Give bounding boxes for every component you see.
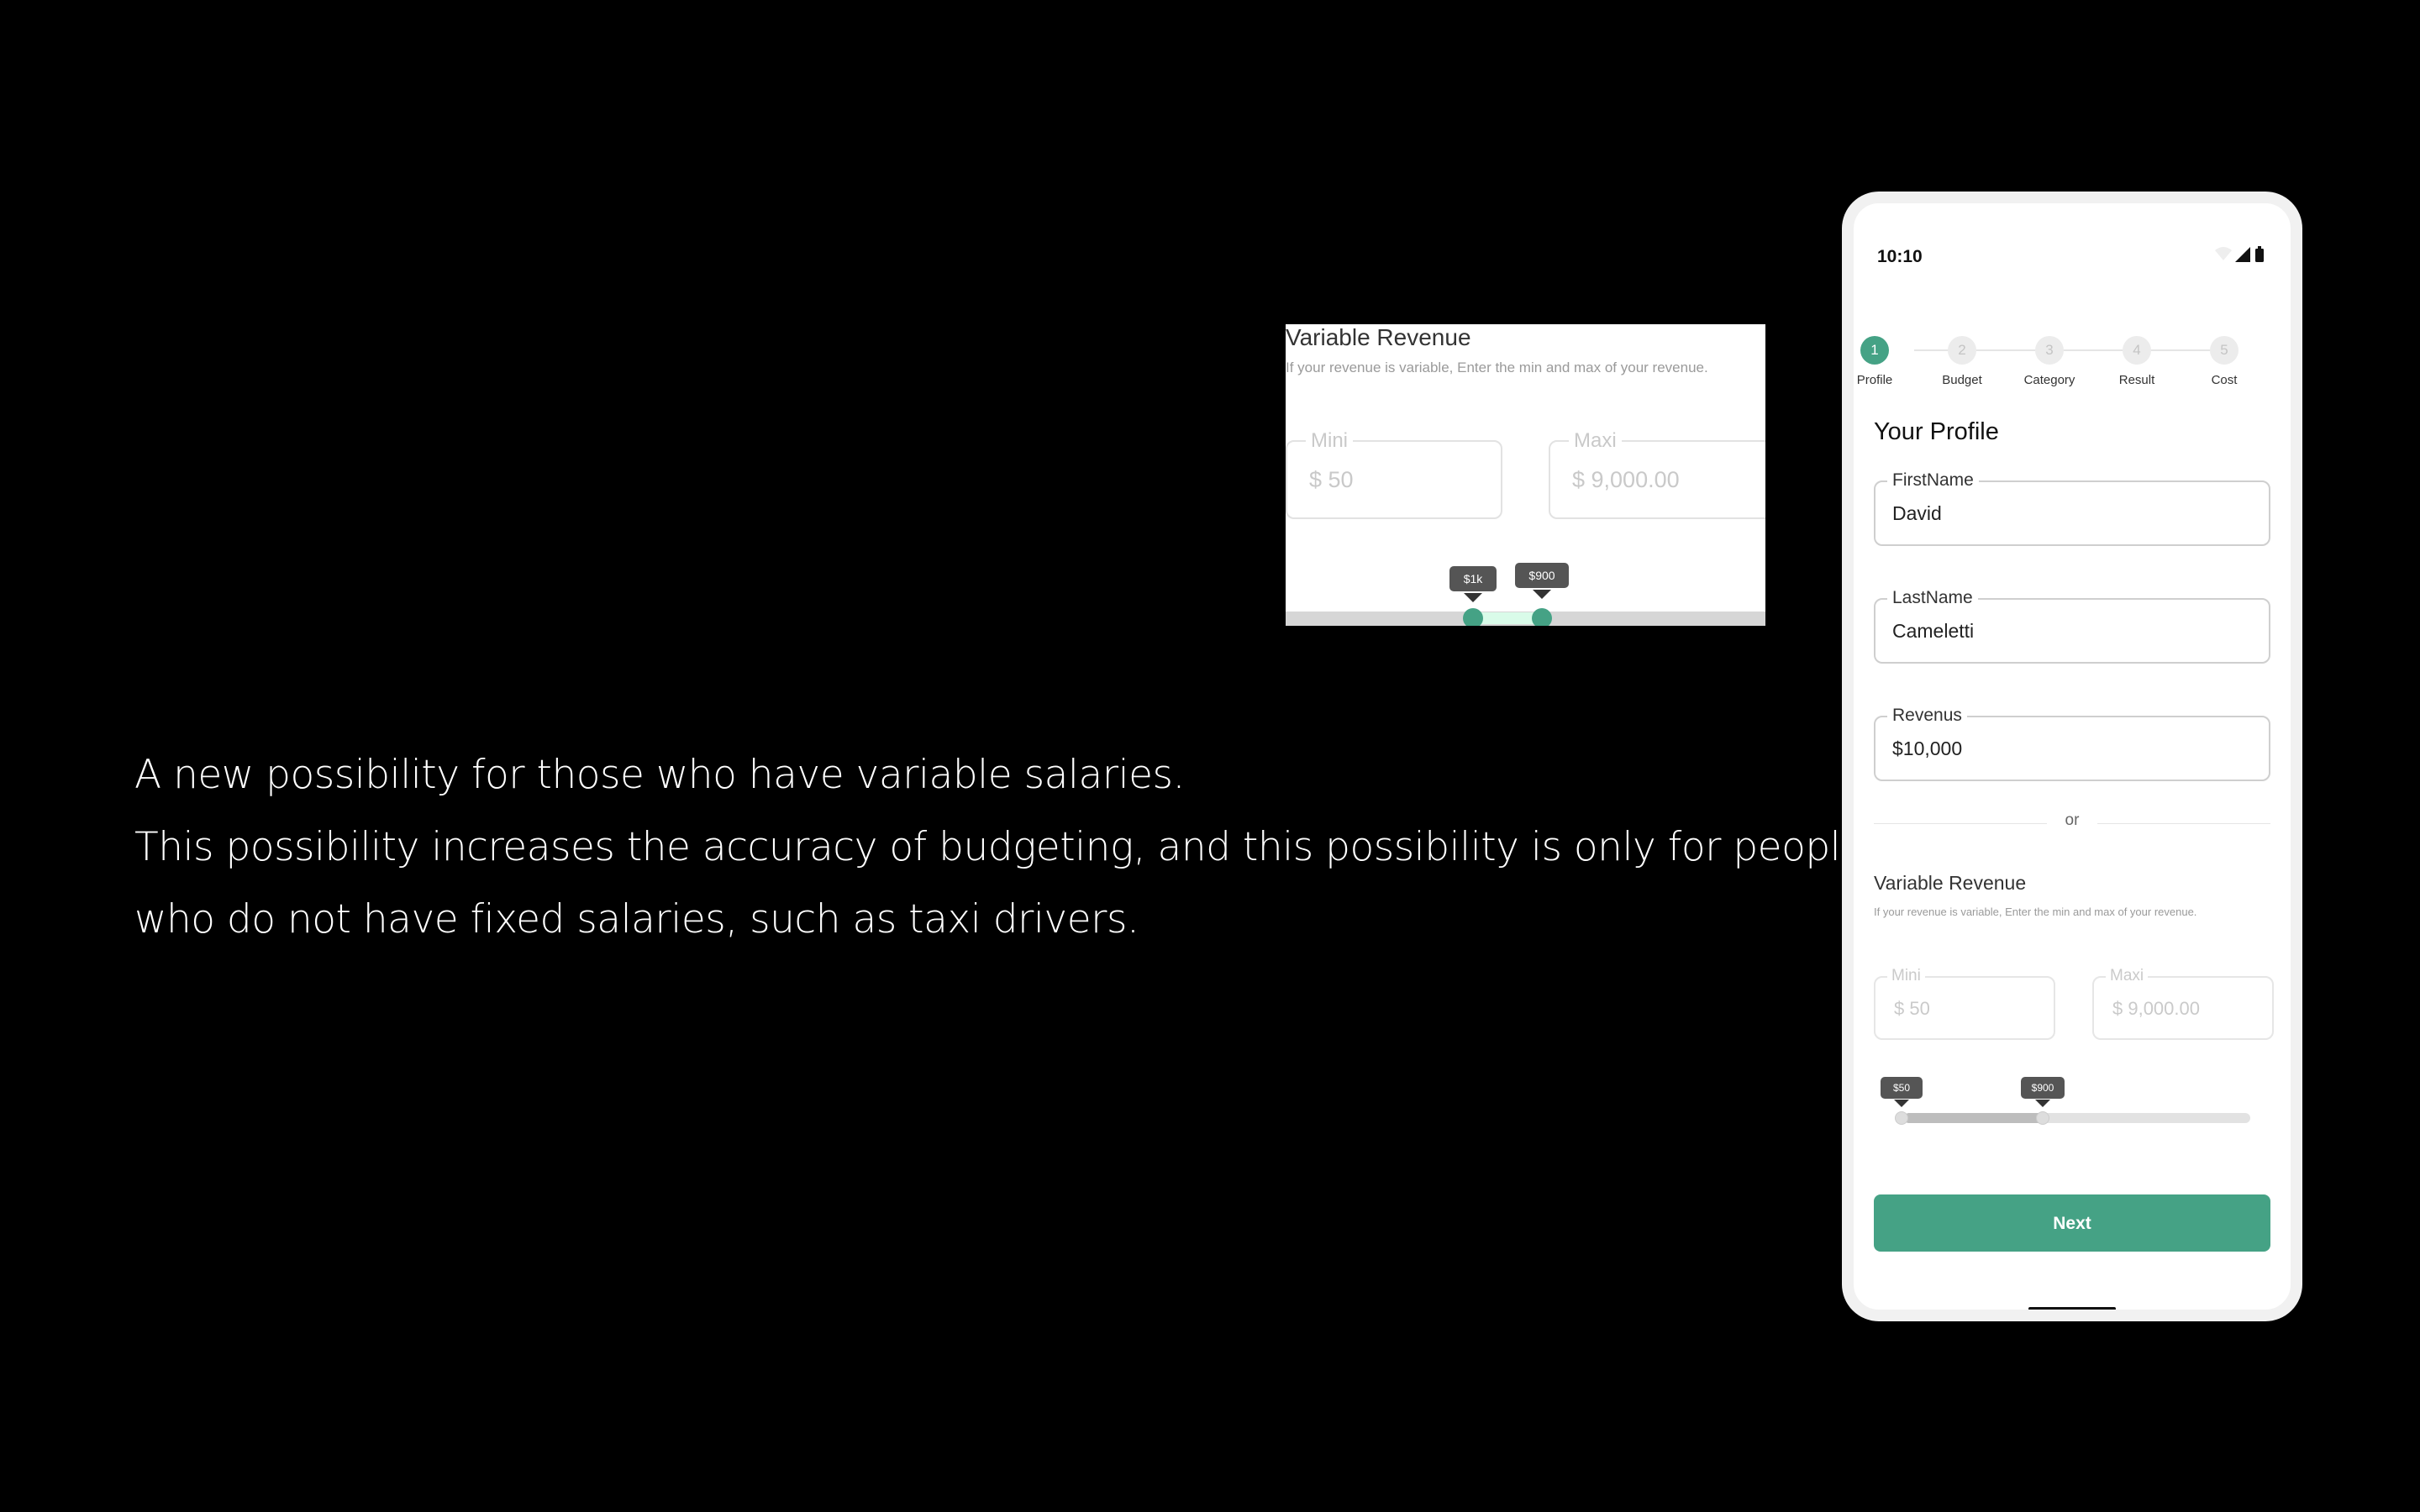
min-revenue-field[interactable]: Mini $ 50 [1874, 967, 2055, 1040]
revenue-slider-range [1904, 1113, 2045, 1123]
zoom-min-field[interactable]: Mini $ 50 [1286, 429, 1502, 519]
revenue-value: $10,000 [1892, 738, 1963, 759]
step-number: 3 [2035, 336, 2064, 365]
first-name-label: FirstName [1887, 470, 1979, 491]
zoom-min-tooltip-text: $1k [1463, 572, 1483, 585]
revenue-slider-max-thumb[interactable] [2036, 1111, 2049, 1125]
step-result[interactable]: 4 Result [2091, 336, 2183, 387]
step-number: 4 [2123, 336, 2151, 365]
tooltip-arrow-icon [2035, 1100, 2050, 1107]
zoom-max-label: Maxi [1569, 429, 1622, 453]
zoom-max-field[interactable]: Maxi $ 9,000.00 [1549, 429, 1765, 519]
max-tooltip: $900 [2021, 1077, 2065, 1107]
tooltip-arrow-icon [1533, 590, 1551, 599]
zoom-max-value: $ 9,000.00 [1572, 467, 1680, 492]
min-tooltip: $50 [1881, 1077, 1923, 1107]
wifi-icon [2215, 247, 2232, 260]
revenue-field[interactable]: Revenus $10,000 [1874, 706, 2270, 781]
last-name-field[interactable]: LastName Cameletti [1874, 588, 2270, 664]
page-title: Your Profile [1874, 418, 1999, 445]
last-name-label: LastName [1887, 588, 1978, 608]
divider-or-text: or [2065, 811, 2080, 829]
zoom-max-tooltip-text: $900 [1528, 569, 1555, 582]
zoom-description: If your revenue is variable, Enter the m… [1286, 360, 1708, 375]
zoom-slider-min-thumb[interactable] [1463, 608, 1483, 626]
caption-text: A new possibility for those who have var… [134, 739, 1865, 956]
step-category[interactable]: 3 Category [2003, 336, 2096, 387]
last-name-value: Cameletti [1892, 620, 1975, 642]
variable-revenue-description: If your revenue is variable, Enter the m… [1874, 906, 2197, 918]
divider-left [1874, 823, 2047, 824]
max-revenue-field[interactable]: Maxi $ 9,000.00 [2092, 967, 2274, 1040]
max-label: Maxi [2106, 967, 2149, 985]
first-name-field[interactable]: FirstName David [1874, 470, 2270, 546]
divider-right [2097, 823, 2270, 824]
step-number: 1 [1860, 336, 1889, 365]
step-cost[interactable]: 5 Cost [2178, 336, 2270, 387]
status-time: 10:10 [1877, 247, 1923, 266]
min-label: Mini [1887, 967, 1925, 985]
max-tooltip-text: $900 [2031, 1082, 2054, 1094]
step-budget[interactable]: 2 Budget [1916, 336, 2008, 387]
tooltip-arrow-icon [1894, 1100, 1909, 1107]
home-indicator[interactable] [2028, 1307, 2116, 1310]
step-label: Cost [2211, 373, 2238, 387]
zoom-min-value: $ 50 [1309, 467, 1354, 492]
status-icons [2213, 245, 2265, 268]
min-value: $ 50 [1894, 998, 1930, 1019]
step-profile[interactable]: 1 Profile [1854, 336, 1921, 387]
step-label: Profile [1856, 373, 1893, 387]
zoom-max-tooltip: $900 [1515, 563, 1569, 599]
next-button[interactable]: Next [1874, 1194, 2270, 1252]
caption-line-3: who do not have fixed salaries, such as … [134, 896, 1139, 942]
tooltip-arrow-icon [1464, 593, 1482, 602]
revenue-label: Revenus [1887, 706, 1967, 726]
min-tooltip-text: $50 [1892, 1082, 1911, 1094]
max-value: $ 9,000.00 [2112, 998, 2200, 1019]
first-name-value: David [1892, 502, 1942, 524]
caption-line-2: This possibility increases the accuracy … [134, 824, 1865, 870]
zoom-min-label: Mini [1306, 429, 1354, 453]
zoom-min-tooltip: $1k [1449, 566, 1497, 602]
step-number: 5 [2210, 336, 2238, 365]
revenue-slider-min-thumb[interactable] [1895, 1111, 1908, 1125]
step-label: Result [2118, 373, 2155, 387]
variable-revenue-title: Variable Revenue [1874, 872, 2027, 894]
step-label: Category [2023, 373, 2075, 387]
zoom-title: Variable Revenue [1286, 324, 1471, 350]
variable-revenue-zoom-card: Variable Revenue If your revenue is vari… [1286, 324, 1765, 626]
signal-icon [2235, 247, 2250, 262]
step-label: Budget [1942, 373, 1982, 387]
caption-line-1: A new possibility for those who have var… [134, 752, 1185, 798]
phone-frame: 10:10 1 Profile 2 Budget 3 Category 4 Re… [1842, 192, 2302, 1321]
step-number: 2 [1948, 336, 1976, 365]
battery-icon [2255, 249, 2264, 262]
zoom-slider-max-thumb[interactable] [1532, 608, 1552, 626]
